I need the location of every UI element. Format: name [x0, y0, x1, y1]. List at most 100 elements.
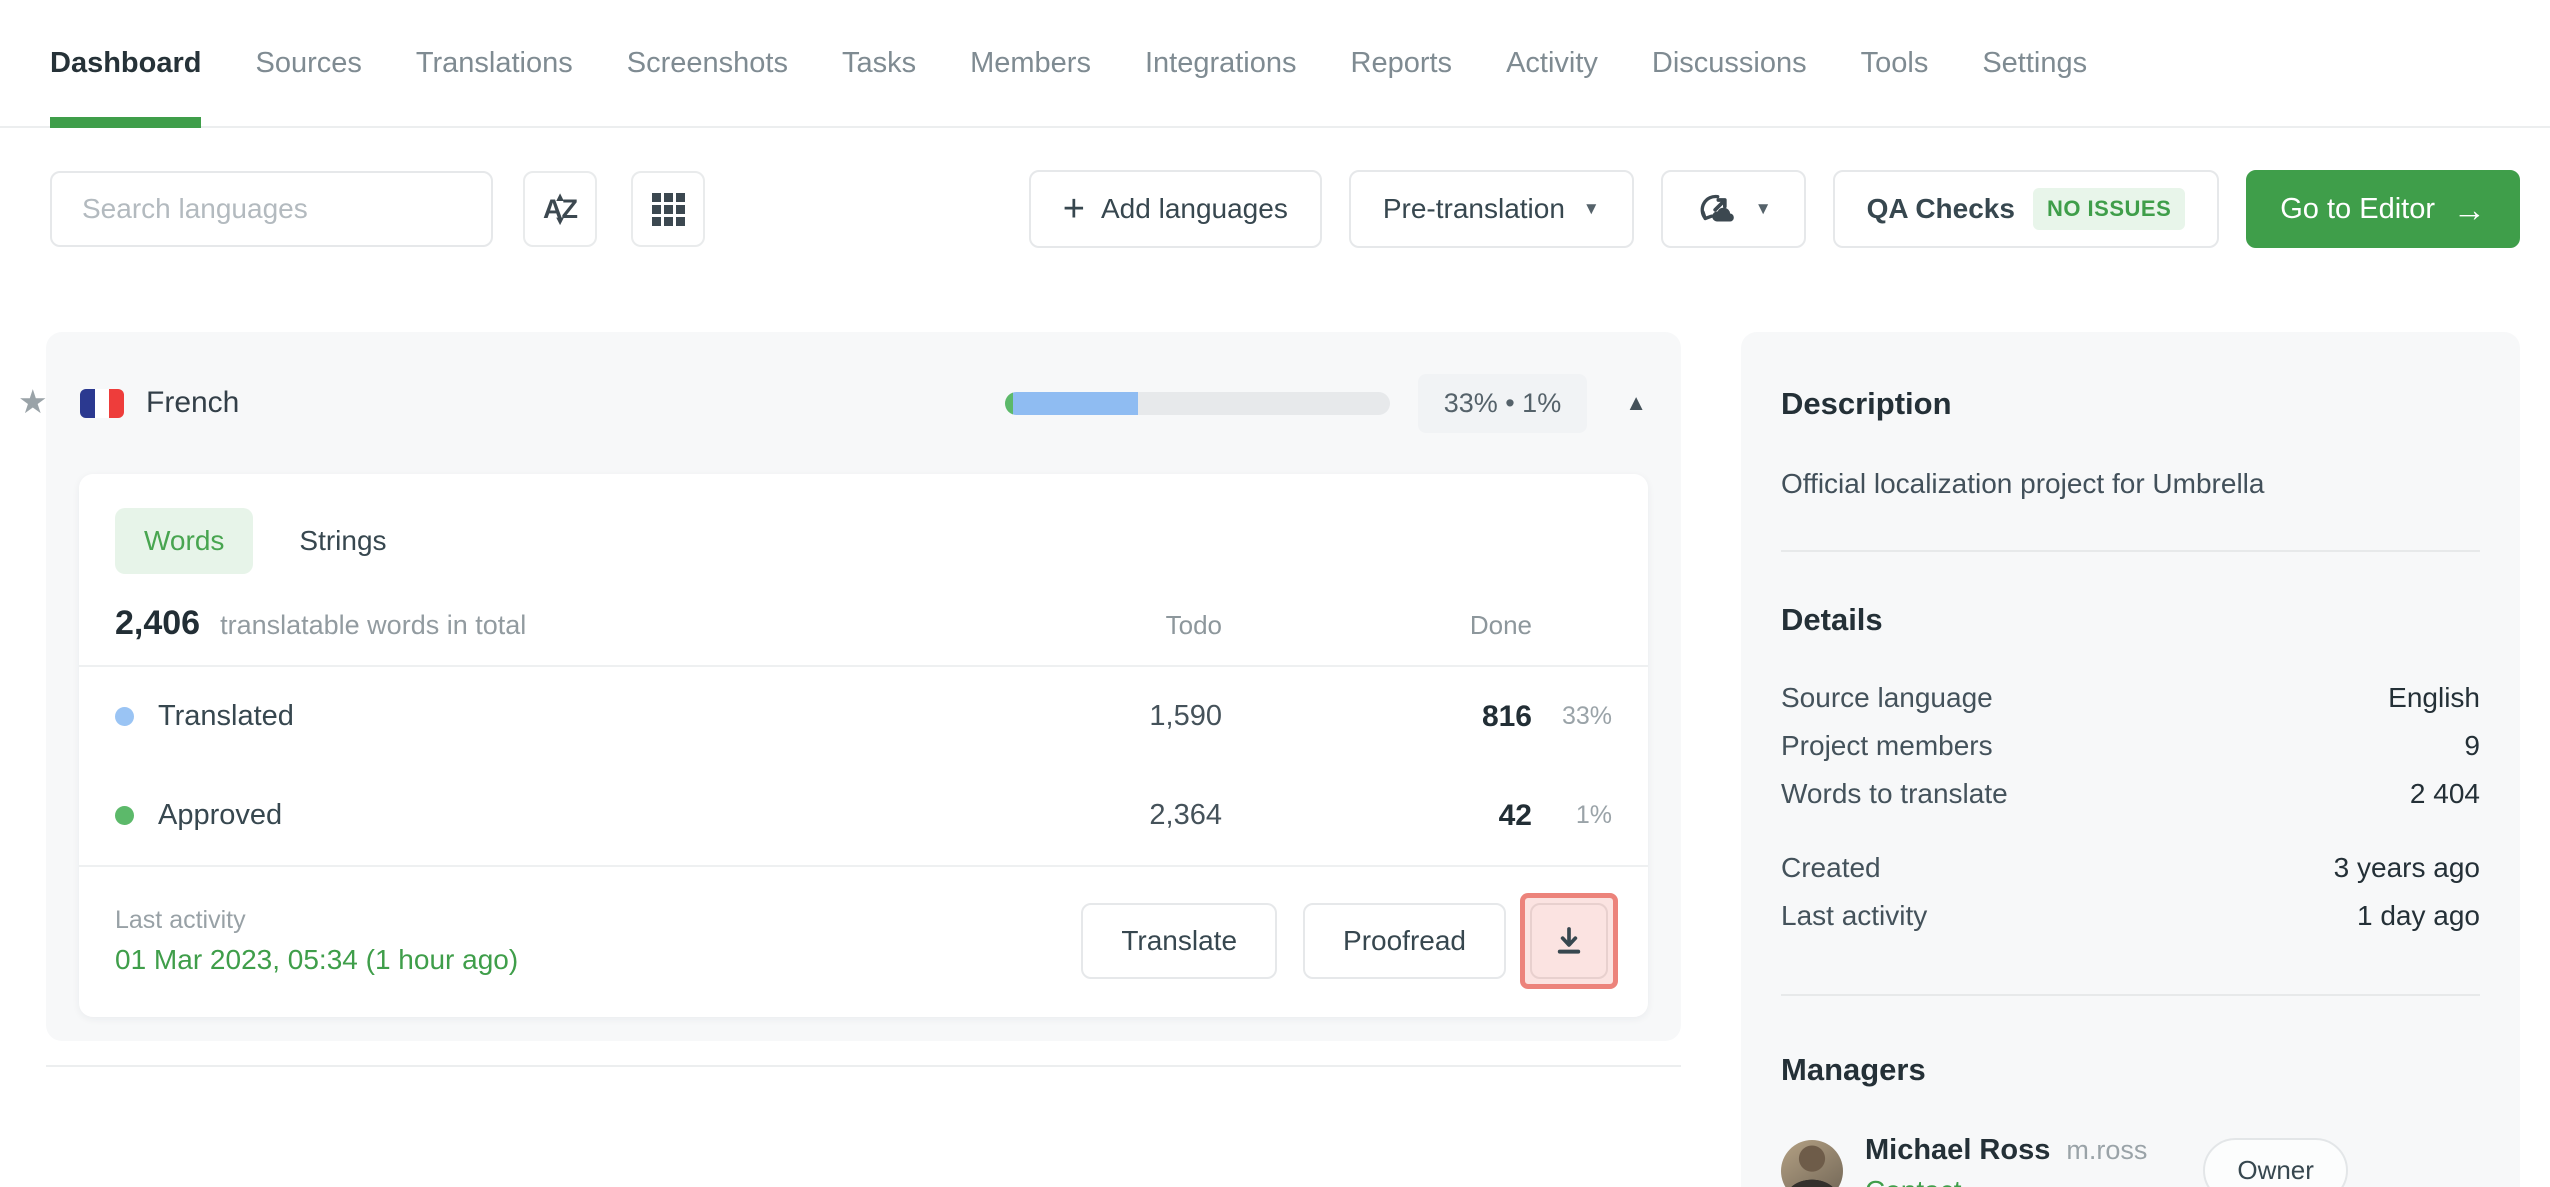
stats-view-tabs: Words Strings	[79, 474, 1648, 574]
stat-row-approved: Approved 2,364 42 1%	[79, 766, 1648, 865]
details-list: Source language English Project members …	[1781, 682, 2480, 948]
go-to-editor-label: Go to Editor	[2280, 192, 2435, 225]
qa-status-badge: NO ISSUES	[2032, 188, 2186, 230]
sort-az-button[interactable]: ▲ AZ ▼	[523, 171, 597, 247]
divider	[46, 1065, 1681, 1067]
download-button[interactable]	[1530, 903, 1608, 979]
translation-progress-bar	[1004, 391, 1390, 415]
detail-value: 2 404	[2409, 778, 2480, 809]
arrow-right-icon: →	[2453, 190, 2486, 228]
download-icon	[1552, 923, 1586, 959]
tab-tools[interactable]: Tools	[1861, 0, 1929, 126]
column-header-todo: Todo	[1165, 610, 1222, 640]
language-column: ★ French 33% • 1% ▲ Words Strings 2,406 …	[18, 332, 1681, 1067]
annotation-highlight-box	[1520, 893, 1618, 989]
translated-todo-value: 1,590	[1149, 700, 1222, 732]
detail-value: 1 day ago	[2357, 900, 2480, 931]
add-languages-button[interactable]: + Add languages	[1028, 170, 1322, 248]
search-input[interactable]	[50, 171, 493, 247]
progress-translated-segment	[1012, 391, 1138, 415]
language-name: French	[146, 386, 240, 419]
manager-info: Michael Ross m.ross Contact	[1865, 1134, 2147, 1187]
tab-sources[interactable]: Sources	[255, 0, 361, 126]
manager-name: Michael Ross	[1865, 1134, 2051, 1166]
detail-row-last-activity: Last activity 1 day ago	[1781, 900, 2480, 948]
stat-label: Approved	[115, 799, 1022, 832]
managers-heading: Managers	[1781, 1052, 1926, 1087]
collapse-chevron-icon[interactable]: ▲	[1625, 390, 1647, 416]
stat-name: Translated	[158, 700, 294, 732]
totals-header-row: 2,406 translatable words in total Todo D…	[79, 574, 1648, 665]
translated-dot-icon	[115, 707, 134, 726]
cloud-sync-icon	[1695, 189, 1737, 229]
detail-row-source-language: Source language English	[1781, 682, 2480, 730]
qa-checks-button[interactable]: QA Checks NO ISSUES	[1832, 170, 2220, 248]
top-nav: Dashboard Sources Translations Screensho…	[0, 0, 2550, 128]
last-activity-block: Last activity 01 Mar 2023, 05:34 (1 hour…	[115, 906, 518, 976]
approved-done-value: 42	[1498, 798, 1532, 832]
go-to-editor-button[interactable]: Go to Editor →	[2246, 170, 2520, 248]
detail-label: Created	[1781, 852, 1881, 883]
detail-row-words-to-translate: Words to translate 2 404	[1781, 778, 2480, 826]
translate-button[interactable]: Translate	[1081, 903, 1278, 979]
stat-row-translated: Translated 1,590 816 33%	[79, 667, 1648, 766]
add-languages-label: Add languages	[1101, 193, 1288, 224]
avatar	[1781, 1139, 1843, 1187]
main-content: ★ French 33% • 1% ▲ Words Strings 2,406 …	[18, 332, 2520, 1187]
description-text: Official localization project for Umbrel…	[1781, 468, 2265, 499]
tab-reports[interactable]: Reports	[1351, 0, 1453, 126]
details-heading: Details	[1781, 602, 1883, 637]
translated-done-value: 816	[1481, 699, 1532, 733]
progress-approved-segment	[1004, 391, 1013, 415]
machine-translation-button[interactable]: ▼	[1660, 170, 1806, 248]
french-flag-icon	[80, 388, 124, 418]
stat-name: Approved	[158, 799, 283, 831]
detail-label: Words to translate	[1781, 778, 2008, 809]
last-activity-label: Last activity	[115, 906, 246, 934]
project-info-panel: Description Official localization projec…	[1741, 332, 2520, 1187]
tab-members[interactable]: Members	[970, 0, 1091, 126]
stat-label: Translated	[115, 700, 1022, 733]
tab-settings[interactable]: Settings	[1982, 0, 2087, 126]
proofread-button[interactable]: Proofread	[1303, 903, 1506, 979]
approved-dot-icon	[115, 806, 134, 825]
detail-value: 9	[2464, 730, 2480, 761]
tab-dashboard[interactable]: Dashboard	[50, 0, 202, 128]
manager-username: m.ross	[2066, 1135, 2148, 1165]
tab-integrations[interactable]: Integrations	[1145, 0, 1297, 126]
tab-tasks[interactable]: Tasks	[842, 0, 916, 126]
last-activity-link[interactable]: 01 Mar 2023, 05:34 (1 hour ago)	[115, 944, 518, 976]
language-card-header[interactable]: French 33% • 1% ▲	[46, 332, 1681, 474]
divider	[1781, 550, 2480, 552]
detail-label: Project members	[1781, 730, 1993, 761]
approved-percent-value: 1%	[1575, 801, 1612, 829]
tab-discussions[interactable]: Discussions	[1652, 0, 1807, 126]
tab-words[interactable]: Words	[115, 508, 254, 574]
divider	[1781, 994, 2480, 996]
tab-translations[interactable]: Translations	[416, 0, 573, 126]
detail-label: Last activity	[1781, 900, 1928, 931]
total-words: 2,406	[115, 604, 201, 642]
language-card-french: French 33% • 1% ▲ Words Strings 2,406 tr…	[46, 332, 1681, 1041]
favorite-star-icon[interactable]: ★	[18, 382, 48, 421]
grid-view-button[interactable]	[631, 171, 705, 247]
pre-translation-button[interactable]: Pre-translation ▼	[1348, 170, 1634, 248]
az-sort-icon: ▲ AZ ▼	[543, 188, 578, 229]
progress-percent-pill: 33% • 1%	[1417, 373, 1588, 433]
detail-value: 3 years ago	[2333, 852, 2480, 883]
translated-percent-value: 33%	[1561, 702, 1612, 730]
chevron-down-icon: ▼	[1754, 199, 1772, 218]
contact-link[interactable]: Contact	[1865, 1175, 2147, 1187]
approved-todo-value: 2,364	[1149, 799, 1222, 831]
grid-view-icon	[651, 192, 685, 226]
plus-icon: +	[1062, 188, 1085, 230]
card-footer: Last activity 01 Mar 2023, 05:34 (1 hour…	[79, 867, 1648, 1017]
total-caption: translatable words in total	[220, 610, 527, 640]
description-heading: Description	[1781, 386, 1952, 421]
pre-translation-label: Pre-translation	[1382, 193, 1565, 224]
tab-strings[interactable]: Strings	[299, 525, 386, 557]
tab-activity[interactable]: Activity	[1506, 0, 1598, 126]
owner-role-badge: Owner	[2203, 1138, 2348, 1187]
tab-screenshots[interactable]: Screenshots	[627, 0, 788, 126]
chevron-down-icon: ▼	[1582, 199, 1600, 218]
